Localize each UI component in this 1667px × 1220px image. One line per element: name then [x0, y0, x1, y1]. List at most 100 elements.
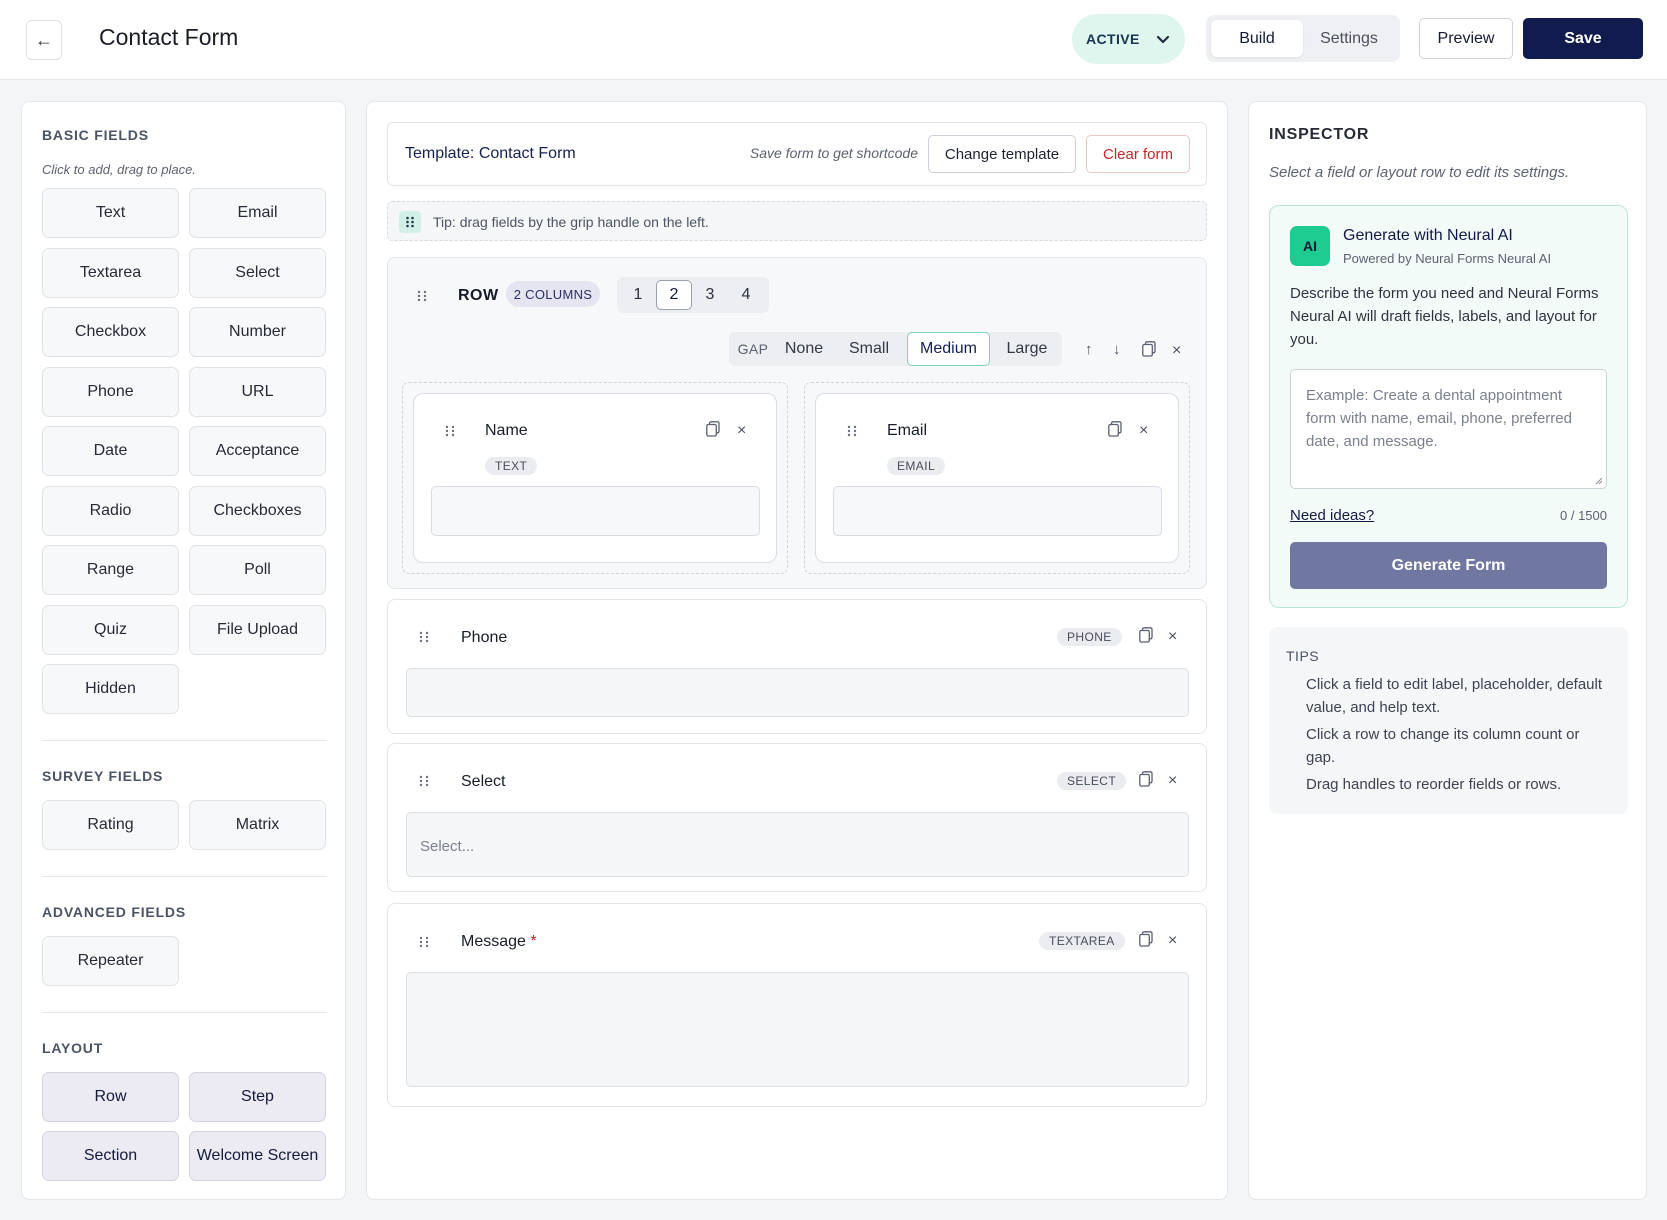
column-option-3[interactable]: 3	[692, 280, 728, 310]
add-quiz-field-button[interactable]: Quiz	[42, 605, 179, 655]
field-card-select[interactable]: Select SELECT × Select...	[387, 743, 1207, 892]
add-rating-field-button[interactable]: Rating	[42, 800, 179, 850]
duplicate-field-icon[interactable]	[706, 421, 720, 437]
delete-field-icon[interactable]: ×	[1168, 933, 1177, 949]
message-textarea[interactable]	[406, 972, 1189, 1087]
add-number-field-button[interactable]: Number	[189, 307, 326, 357]
grip-icon[interactable]	[845, 424, 859, 438]
preview-button[interactable]: Preview	[1419, 18, 1513, 59]
grip-icon[interactable]	[415, 289, 429, 303]
add-hidden-field-button[interactable]: Hidden	[42, 664, 179, 714]
duplicate-field-icon[interactable]	[1139, 771, 1153, 787]
delete-row-icon[interactable]: ×	[1172, 343, 1181, 359]
delete-field-icon[interactable]: ×	[1168, 773, 1177, 789]
row-label: ROW	[458, 287, 499, 304]
basic-fields-title: BASIC FIELDS	[42, 127, 149, 143]
duplicate-field-icon[interactable]	[1139, 931, 1153, 947]
field-label: Phone	[461, 629, 508, 646]
duplicate-field-icon[interactable]	[1139, 627, 1153, 643]
add-matrix-field-button[interactable]: Matrix	[189, 800, 326, 850]
grip-icon[interactable]	[417, 935, 431, 949]
grip-icon[interactable]	[417, 774, 431, 788]
shortcode-hint: Save form to get shortcode	[749, 145, 918, 161]
add-phone-field-button[interactable]: Phone	[42, 367, 179, 417]
duplicate-field-icon[interactable]	[1108, 421, 1122, 437]
name-input[interactable]	[431, 486, 760, 536]
ai-title: Generate with Neural AI	[1343, 227, 1513, 244]
resize-handle-icon[interactable]	[1595, 477, 1603, 485]
gap-label: GAP	[737, 341, 769, 357]
tab-settings[interactable]: Settings	[1303, 20, 1395, 57]
generate-form-button[interactable]: Generate Form	[1290, 542, 1607, 589]
add-url-field-button[interactable]: URL	[189, 367, 326, 417]
need-ideas-link[interactable]: Need ideas?	[1290, 507, 1374, 524]
ai-generator-card: AI Generate with Neural AI Powered by Ne…	[1269, 205, 1628, 608]
gap-option-medium[interactable]: Medium	[907, 332, 990, 366]
delete-field-icon[interactable]: ×	[737, 423, 746, 439]
add-radio-field-button[interactable]: Radio	[42, 486, 179, 536]
grip-icon[interactable]	[417, 630, 431, 644]
advanced-fields-title: ADVANCED FIELDS	[42, 904, 186, 920]
form-canvas: Template: Contact Form Save form to get …	[366, 101, 1228, 1200]
field-palette: BASIC FIELDS Click to add, drag to place…	[21, 101, 346, 1200]
gap-option-none[interactable]: None	[775, 332, 833, 366]
required-marker: *	[530, 933, 537, 950]
move-row-up-button[interactable]: ↑	[1085, 341, 1093, 358]
add-checkbox-field-button[interactable]: Checkbox	[42, 307, 179, 357]
gap-option-large[interactable]: Large	[995, 332, 1059, 366]
field-card-name[interactable]: Name TEXT ×	[413, 393, 777, 563]
add-row-button[interactable]: Row	[42, 1072, 179, 1122]
add-section-button[interactable]: Section	[42, 1131, 179, 1181]
template-name: Template: Contact Form	[405, 145, 576, 162]
add-textarea-field-button[interactable]: Textarea	[42, 248, 179, 298]
field-card-phone[interactable]: Phone PHONE ×	[387, 599, 1207, 734]
divider	[42, 1012, 327, 1013]
field-card-email[interactable]: Email EMAIL ×	[815, 393, 1179, 563]
add-select-field-button[interactable]: Select	[189, 248, 326, 298]
field-label-text: Message	[461, 933, 526, 950]
delete-field-icon[interactable]: ×	[1139, 423, 1148, 439]
ai-subtitle: Powered by Neural Forms Neural AI	[1343, 251, 1552, 266]
tip-item: Drag handles to reorder fields or rows.	[1306, 776, 1562, 793]
back-button[interactable]: ←	[26, 20, 62, 60]
field-card-message[interactable]: Message * TEXTAREA ×	[387, 903, 1207, 1107]
column-option-2[interactable]: 2	[656, 280, 692, 310]
grip-icon[interactable]	[443, 424, 457, 438]
move-row-down-button[interactable]: ↓	[1113, 341, 1121, 358]
page-title: Contact Form	[99, 24, 239, 50]
status-label: ACTIVE	[1086, 31, 1140, 47]
add-range-field-button[interactable]: Range	[42, 545, 179, 595]
status-dropdown[interactable]: ACTIVE	[1072, 14, 1185, 64]
select-dropdown[interactable]: Select...	[406, 812, 1189, 877]
add-acceptance-field-button[interactable]: Acceptance	[189, 426, 326, 476]
email-input[interactable]	[833, 486, 1162, 536]
add-checkboxes-field-button[interactable]: Checkboxes	[189, 486, 326, 536]
change-template-button[interactable]: Change template	[928, 135, 1076, 173]
ai-prompt-input[interactable]: Example: Create a dental appointment for…	[1290, 369, 1607, 489]
clear-form-button[interactable]: Clear form	[1086, 135, 1190, 173]
row-column-2: Email EMAIL ×	[804, 382, 1190, 574]
field-type-badge: PHONE	[1057, 628, 1122, 646]
phone-input[interactable]	[406, 668, 1189, 717]
delete-field-icon[interactable]: ×	[1168, 629, 1177, 645]
save-button[interactable]: Save	[1523, 18, 1643, 59]
duplicate-row-icon[interactable]	[1142, 341, 1156, 357]
column-option-4[interactable]: 4	[728, 280, 764, 310]
add-repeater-field-button[interactable]: Repeater	[42, 936, 179, 986]
add-step-button[interactable]: Step	[189, 1072, 326, 1122]
add-date-field-button[interactable]: Date	[42, 426, 179, 476]
add-welcome-screen-button[interactable]: Welcome Screen	[189, 1131, 326, 1181]
add-file-upload-field-button[interactable]: File Upload	[189, 605, 326, 655]
tab-build[interactable]: Build	[1211, 20, 1303, 57]
chevron-down-icon	[1156, 35, 1170, 44]
grip-icon	[399, 211, 421, 233]
add-poll-field-button[interactable]: Poll	[189, 545, 326, 595]
layout-row[interactable]: ROW 2 COLUMNS 1 2 3 4 GAP None Small Med…	[387, 257, 1207, 589]
gap-selector: GAP None Small Medium Large	[729, 332, 1062, 366]
add-email-field-button[interactable]: Email	[189, 188, 326, 238]
tip-item: Click a field to edit label, placeholder…	[1306, 676, 1603, 716]
column-option-1[interactable]: 1	[620, 280, 656, 310]
add-text-field-button[interactable]: Text	[42, 188, 179, 238]
gap-option-small[interactable]: Small	[839, 332, 899, 366]
field-type-badge: SELECT	[1057, 772, 1127, 790]
